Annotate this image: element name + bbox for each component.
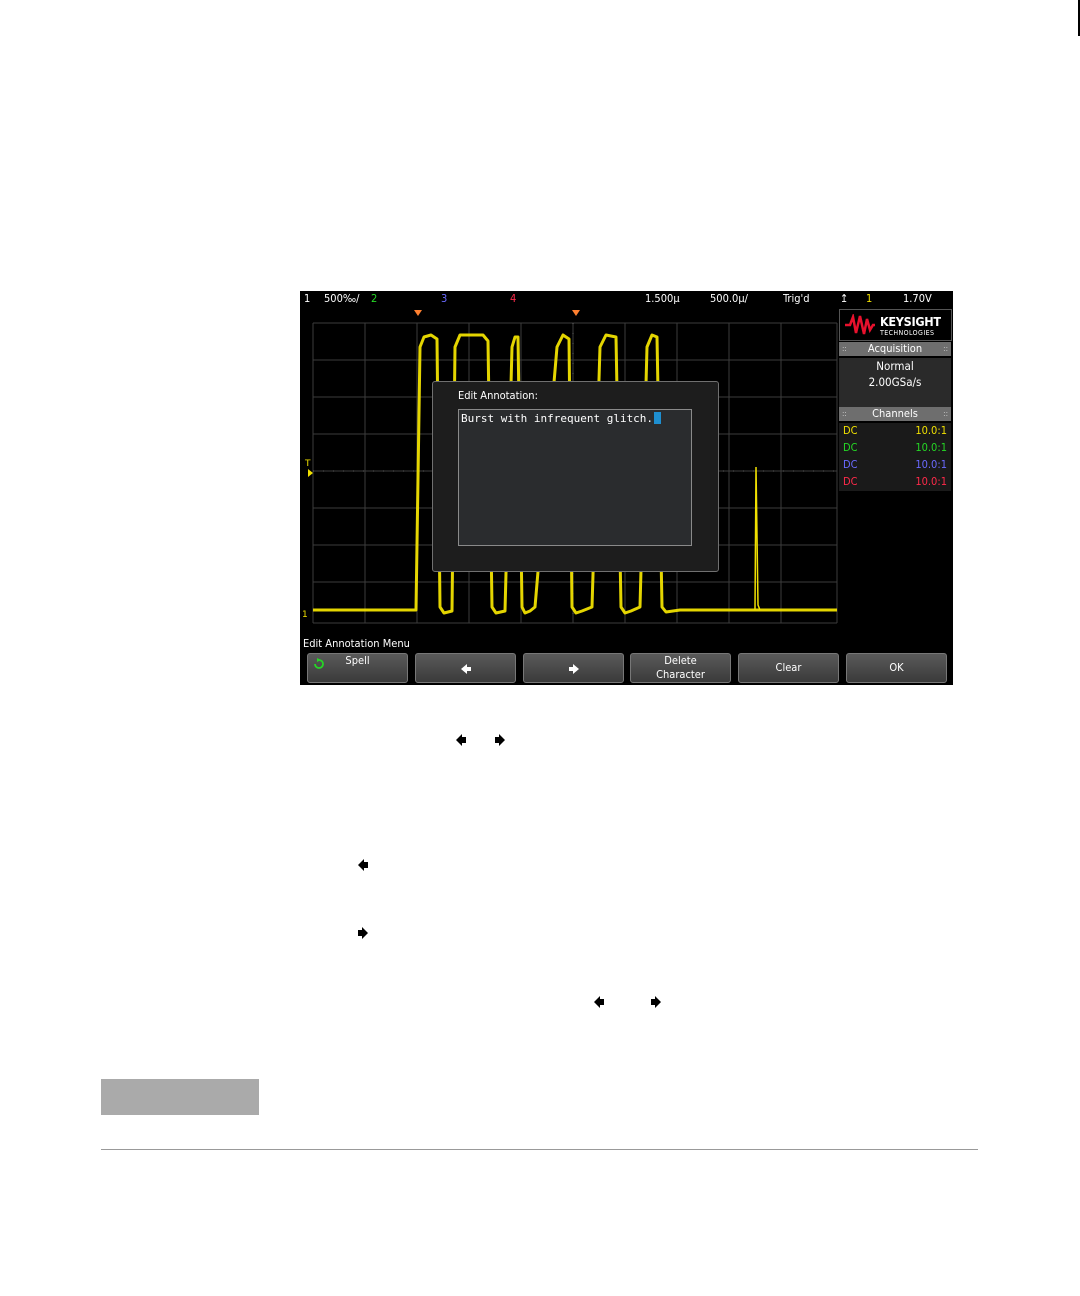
channel-row: DC 10.0:1 xyxy=(843,441,947,454)
trigger-level[interactable]: 1.70V xyxy=(903,292,932,305)
clear-button[interactable]: Clear xyxy=(738,653,839,683)
arrow-right-icon xyxy=(651,996,661,1008)
ch4-label[interactable]: 4 xyxy=(510,292,516,305)
delay-readout[interactable]: 1.500µ xyxy=(645,292,680,305)
status-bar: 1 500‰/ 2 3 4 1.500µ 500.0µ/ Trig'd ↥ 1 … xyxy=(300,291,953,307)
annotation-text: Burst with infrequent glitch. xyxy=(461,412,654,425)
delay-marker-icon xyxy=(414,310,422,316)
arrow-right-icon xyxy=(495,734,505,746)
ground-marker: 1 xyxy=(302,610,308,620)
cursor-right-button[interactable] xyxy=(523,653,624,683)
logo-brand: KEYSIGHT xyxy=(880,314,941,329)
keysight-logo: KEYSIGHT TECHNOLOGIES xyxy=(839,309,952,341)
arrow-left-icon xyxy=(456,734,466,746)
channels-list: DC 10.0:1 DC 10.0:1 DC 10.0:1 DC 10.0:1 xyxy=(839,423,951,491)
delete-character-button[interactable]: Delete Character xyxy=(630,653,731,683)
arrow-right-icon xyxy=(568,664,579,674)
ch1-scale[interactable]: 500‰/ xyxy=(324,292,360,305)
keysight-wave-icon xyxy=(845,314,875,335)
menu-title: Edit Annotation Menu xyxy=(303,637,410,650)
dialog-title: Edit Annotation: xyxy=(458,389,538,402)
timebase-readout[interactable]: 500.0µ/ xyxy=(710,292,748,305)
trigger-source[interactable]: 1 xyxy=(866,292,872,305)
arrow-left-icon xyxy=(358,859,368,871)
channels-header[interactable]: Channels xyxy=(839,407,951,421)
trigger-level-marker: T xyxy=(304,459,311,469)
trigger-status: Trig'd xyxy=(783,292,810,305)
text-cursor xyxy=(654,412,662,424)
arrow-left-icon xyxy=(460,664,471,674)
annotation-text-field[interactable]: Burst with infrequent glitch. xyxy=(458,409,692,546)
ch3-label[interactable]: 3 xyxy=(441,292,447,305)
acquisition-info: Normal 2.00GSa/s xyxy=(839,358,951,408)
arrow-right-icon xyxy=(358,927,368,939)
cursor-left-button[interactable] xyxy=(415,653,516,683)
oscilloscope-screen: 1 500‰/ 2 3 4 1.500µ 500.0µ/ Trig'd ↥ 1 … xyxy=(300,291,953,685)
sample-rate: 2.00GSa/s xyxy=(868,375,922,389)
channel-row: DC 10.0:1 xyxy=(843,475,947,488)
rotate-knob-icon xyxy=(314,658,324,669)
acquisition-header[interactable]: Acquisition xyxy=(839,342,951,356)
page-divider xyxy=(101,1149,978,1150)
ch2-label[interactable]: 2 xyxy=(371,292,377,305)
acquisition-mode: Normal xyxy=(876,359,914,373)
edit-annotation-dialog: Edit Annotation: Burst with infrequent g… xyxy=(432,381,719,572)
spell-button[interactable]: Spell xyxy=(307,653,408,683)
channel-row: DC 10.0:1 xyxy=(843,458,947,471)
logo-subtitle: TECHNOLOGIES xyxy=(880,329,935,337)
note-label-box xyxy=(101,1079,259,1115)
ch1-label[interactable]: 1 xyxy=(304,292,310,305)
arrow-left-icon xyxy=(594,996,604,1008)
channel-row: DC 10.0:1 xyxy=(843,424,947,437)
trigger-edge-icon: ↥ xyxy=(840,292,849,305)
side-panel: KEYSIGHT TECHNOLOGIES Acquisition Normal… xyxy=(838,307,953,627)
ok-button[interactable]: OK xyxy=(846,653,947,683)
